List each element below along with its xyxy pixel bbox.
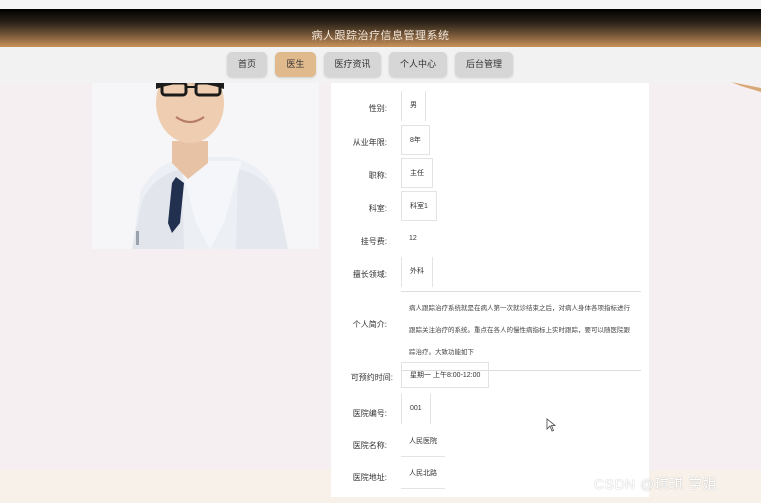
nav-home[interactable]: 首页 [227, 52, 267, 77]
field-label: 擅长领域: [352, 270, 387, 279]
field-label: 挂号费: [360, 237, 387, 246]
app-title: 病人跟踪治疗信息管理系统 [311, 30, 450, 42]
csdn-watermark: CSDN @琪琪 学姐 [594, 476, 718, 492]
decorative-stripe [731, 82, 761, 92]
field-label: 科室: [368, 204, 387, 213]
field-value: 12 [409, 235, 417, 242]
field-value: 外科 [401, 257, 433, 287]
doctor-portrait-image [92, 83, 319, 249]
header-banner: 病人跟踪治疗信息管理系统 [0, 9, 761, 47]
nav-personal-center[interactable]: 个人中心 [389, 52, 447, 77]
nav-doctor[interactable]: 医生 [275, 52, 316, 77]
field-label: 医院编号: [352, 409, 387, 418]
field-value: 人民北路 [401, 459, 445, 489]
nav-admin[interactable]: 后台管理 [455, 52, 513, 77]
field-label: 个人简介: [352, 320, 387, 329]
field-label: 性别: [368, 104, 387, 113]
field-label: 从业年限: [352, 138, 387, 147]
field-label: 可预约时间: [350, 373, 393, 382]
field-label: 医院名称: [352, 441, 387, 450]
intro-text: 病人跟踪治疗系统就是在病人第一次就诊结束之后，对病人身体各项指标进行跟踪关注治疗… [401, 291, 641, 371]
field-value: 科室1 [401, 191, 437, 221]
field-value: 星期一 上午8:00-12:00 [401, 362, 490, 388]
doctor-detail-panel: 性别: 男 从业年限: 8年 职称: 主任 科室: 科室1 挂号费: 12 擅长… [331, 83, 649, 497]
doctor-photo [92, 83, 319, 249]
mouse-cursor-icon [546, 418, 556, 432]
field-value: 男 [401, 91, 426, 121]
field-value: 人民医院 [401, 427, 445, 457]
detail-row-intro: 个人简介: 病人跟踪治疗系统就是在病人第一次就诊结束之后，对病人身体各项指标进行… [331, 291, 649, 371]
field-value: 主任 [401, 158, 433, 188]
field-value: 001 [401, 394, 431, 424]
main-nav: 首页 医生 医疗资讯 个人中心 后台管理 [0, 47, 761, 83]
field-label: 医院地址: [352, 473, 387, 482]
nav-medical-news[interactable]: 医疗资讯 [324, 52, 381, 77]
top-strip [0, 0, 761, 9]
field-value: 8年 [401, 125, 430, 155]
field-label: 职称: [368, 171, 387, 180]
